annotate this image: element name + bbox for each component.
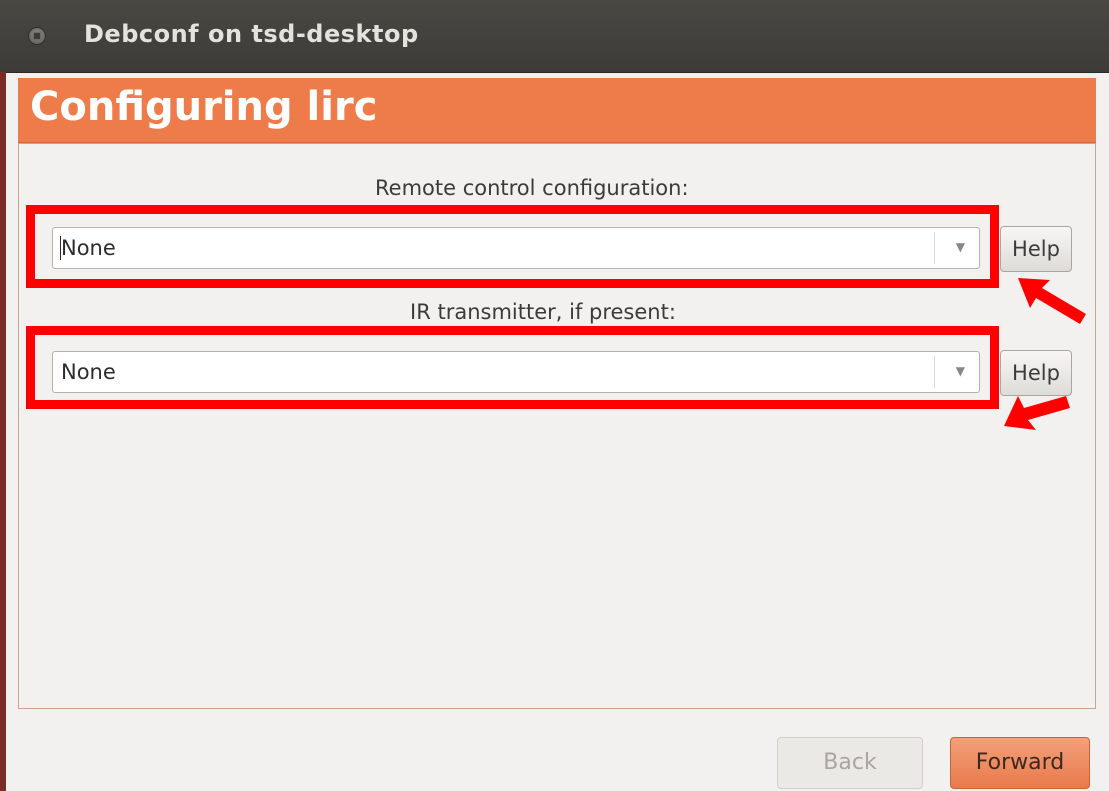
red-arrow-icon <box>1018 278 1086 324</box>
highlight-box-ir-transmitter <box>26 326 999 409</box>
ir-transmitter-label: IR transmitter, if present: <box>410 300 676 324</box>
header-banner: Configuring lirc <box>18 78 1096 143</box>
back-button[interactable]: Back <box>777 737 923 789</box>
window-close-icon[interactable] <box>28 27 46 45</box>
remote-control-help-button[interactable]: Help <box>1000 226 1072 272</box>
forward-button[interactable]: Forward <box>950 737 1090 789</box>
remote-control-label: Remote control configuration: <box>375 176 689 200</box>
ir-transmitter-help-button[interactable]: Help <box>1000 350 1072 396</box>
window-title: Debconf on tsd-desktop <box>84 20 419 48</box>
title-bar[interactable]: Debconf on tsd-desktop <box>0 0 1109 73</box>
page-title: Configuring lirc <box>30 84 378 130</box>
debconf-window: Debconf on tsd-desktop Configuring lirc … <box>0 0 1109 791</box>
highlight-box-remote-control <box>26 205 999 288</box>
red-arrow-icon <box>1004 396 1070 430</box>
window-left-edge <box>0 72 6 791</box>
